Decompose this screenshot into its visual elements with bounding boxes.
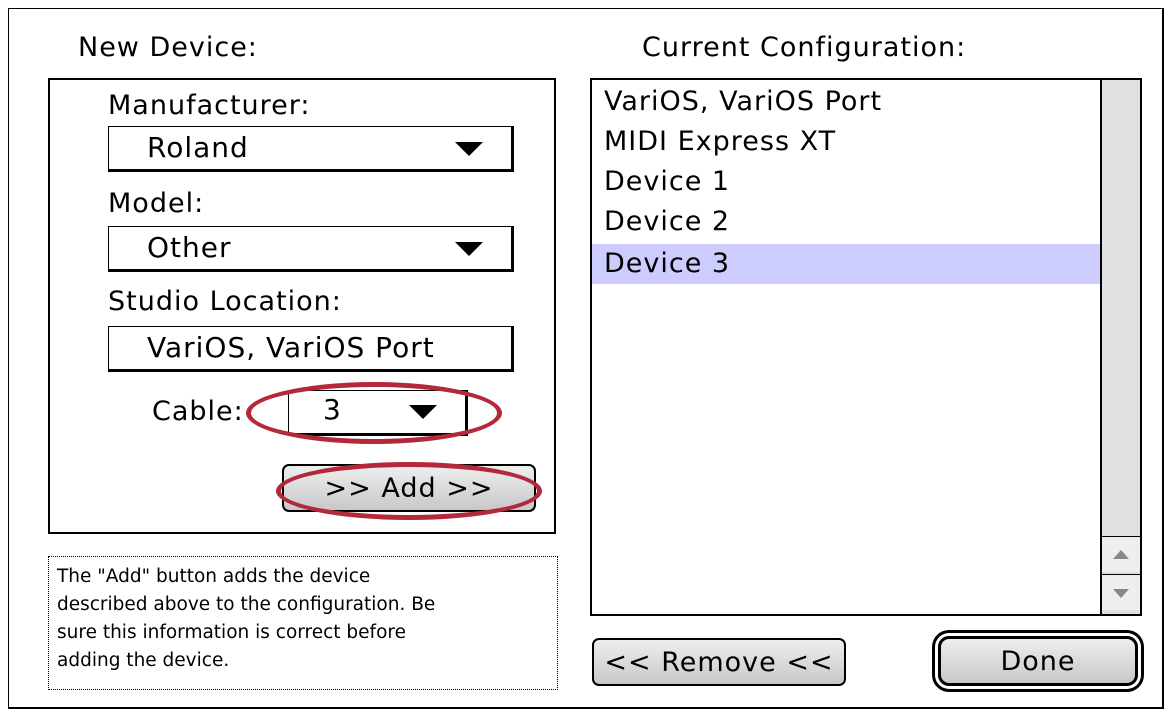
manufacturer-value: Roland [147, 131, 249, 164]
help-text-line: The "Add" button adds the device [57, 566, 371, 587]
scrollbar[interactable] [1100, 80, 1140, 614]
chevron-down-icon [455, 142, 483, 156]
list-item[interactable]: Device 2 [592, 202, 1100, 242]
cable-value: 3 [323, 393, 342, 426]
configuration-list[interactable]: VariOS, VariOS Port MIDI Express XT Devi… [590, 78, 1142, 616]
list-item-selected[interactable]: Device 3 [592, 244, 1100, 284]
help-text-line: sure this information is correct before [57, 622, 406, 643]
cable-popup[interactable]: 3 [288, 390, 468, 436]
model-popup[interactable]: Other [108, 226, 514, 272]
manufacturer-popup[interactable]: Roland [108, 126, 514, 172]
new-device-title: New Device: [78, 32, 258, 63]
studio-location-label: Studio Location: [108, 286, 342, 317]
done-button[interactable]: Done [938, 636, 1138, 686]
list-item[interactable]: VariOS, VariOS Port [592, 82, 1100, 122]
scroll-down-icon [1113, 589, 1129, 598]
chevron-down-icon [409, 405, 437, 419]
studio-location-field[interactable]: VariOS, VariOS Port [108, 326, 514, 372]
help-text-line: adding the device. [57, 650, 230, 671]
cable-label: Cable: [152, 396, 244, 427]
add-button[interactable]: >> Add >> [282, 464, 536, 512]
list-item[interactable]: Device 1 [592, 162, 1100, 202]
chevron-down-icon [455, 242, 483, 256]
scroll-up-icon [1113, 550, 1129, 559]
help-text-box: The "Add" button adds the device describ… [48, 556, 558, 690]
list-item[interactable]: MIDI Express XT [592, 122, 1100, 162]
model-value: Other [147, 231, 232, 264]
current-configuration-title: Current Configuration: [642, 32, 967, 63]
remove-button[interactable]: << Remove << [592, 638, 846, 686]
studio-location-value: VariOS, VariOS Port [147, 331, 435, 364]
manufacturer-label: Manufacturer: [108, 90, 311, 121]
scroll-down-button[interactable] [1102, 574, 1140, 610]
model-label: Model: [108, 188, 205, 219]
scroll-up-button[interactable] [1102, 536, 1140, 572]
help-text-line: described above to the configuration. Be [57, 594, 436, 615]
